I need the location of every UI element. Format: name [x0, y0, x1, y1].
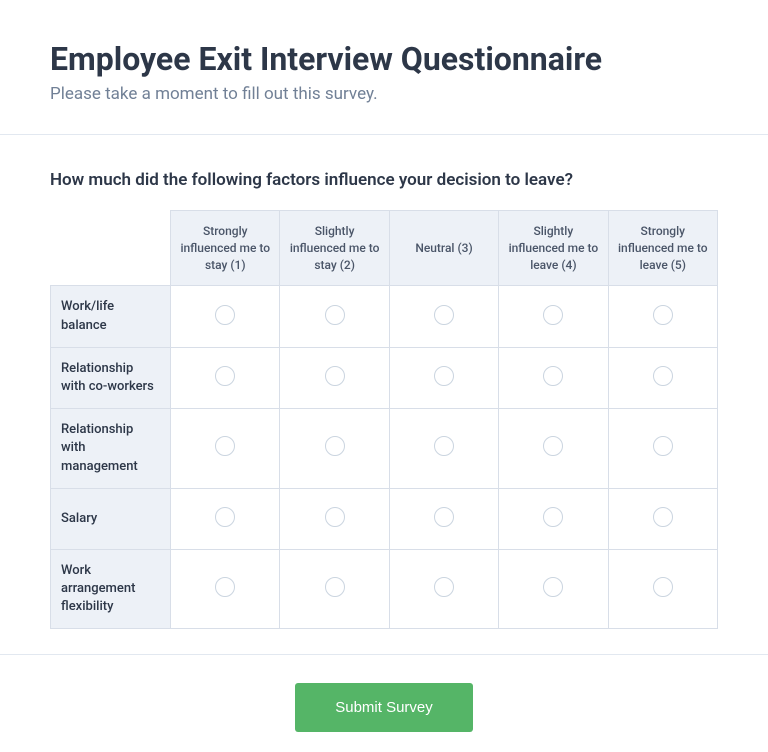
radio-option[interactable]: [215, 577, 235, 597]
row-head-2: Relationship with co-workers: [51, 347, 171, 408]
radio-option[interactable]: [653, 436, 673, 456]
radio-option[interactable]: [434, 366, 454, 386]
question-section: How much did the following factors influ…: [0, 135, 768, 654]
col-head-1: Strongly influenced me to stay (1): [171, 211, 280, 286]
survey-footer: Submit Survey: [0, 655, 768, 752]
row-head-5: Work arrangement flexibility: [51, 549, 171, 629]
table-blank-corner: [51, 211, 171, 286]
radio-option[interactable]: [653, 577, 673, 597]
radio-option[interactable]: [215, 507, 235, 527]
radio-option[interactable]: [653, 507, 673, 527]
row-head-4: Salary: [51, 488, 171, 549]
likert-table: Strongly influenced me to stay (1) Sligh…: [50, 210, 718, 629]
radio-option[interactable]: [434, 577, 454, 597]
question-text: How much did the following factors influ…: [50, 170, 718, 190]
submit-button[interactable]: Submit Survey: [295, 683, 473, 732]
radio-option[interactable]: [434, 305, 454, 325]
row-head-3: Relationship with management: [51, 409, 171, 489]
radio-option[interactable]: [215, 366, 235, 386]
col-head-4: Slightly influenced me to leave (4): [499, 211, 608, 286]
radio-option[interactable]: [434, 436, 454, 456]
row-head-1: Work/life balance: [51, 286, 171, 347]
radio-option[interactable]: [543, 577, 563, 597]
table-row: Work/life balance: [51, 286, 718, 347]
radio-option[interactable]: [543, 507, 563, 527]
col-head-5: Strongly influenced me to leave (5): [608, 211, 717, 286]
col-head-2: Slightly influenced me to stay (2): [280, 211, 389, 286]
radio-option[interactable]: [543, 366, 563, 386]
radio-option[interactable]: [325, 305, 345, 325]
table-row: Work arrangement flexibility: [51, 549, 718, 629]
radio-option[interactable]: [434, 507, 454, 527]
radio-option[interactable]: [325, 507, 345, 527]
page-subtitle: Please take a moment to fill out this su…: [50, 84, 718, 104]
radio-option[interactable]: [325, 366, 345, 386]
survey-header: Employee Exit Interview Questionnaire Pl…: [0, 0, 768, 134]
radio-option[interactable]: [543, 436, 563, 456]
radio-option[interactable]: [653, 305, 673, 325]
radio-option[interactable]: [653, 366, 673, 386]
table-row: Salary: [51, 488, 718, 549]
radio-option[interactable]: [325, 577, 345, 597]
radio-option[interactable]: [215, 436, 235, 456]
table-row: Relationship with management: [51, 409, 718, 489]
page-title: Employee Exit Interview Questionnaire: [50, 40, 718, 78]
radio-option[interactable]: [215, 305, 235, 325]
table-row: Relationship with co-workers: [51, 347, 718, 408]
radio-option[interactable]: [325, 436, 345, 456]
radio-option[interactable]: [543, 305, 563, 325]
col-head-3: Neutral (3): [389, 211, 498, 286]
